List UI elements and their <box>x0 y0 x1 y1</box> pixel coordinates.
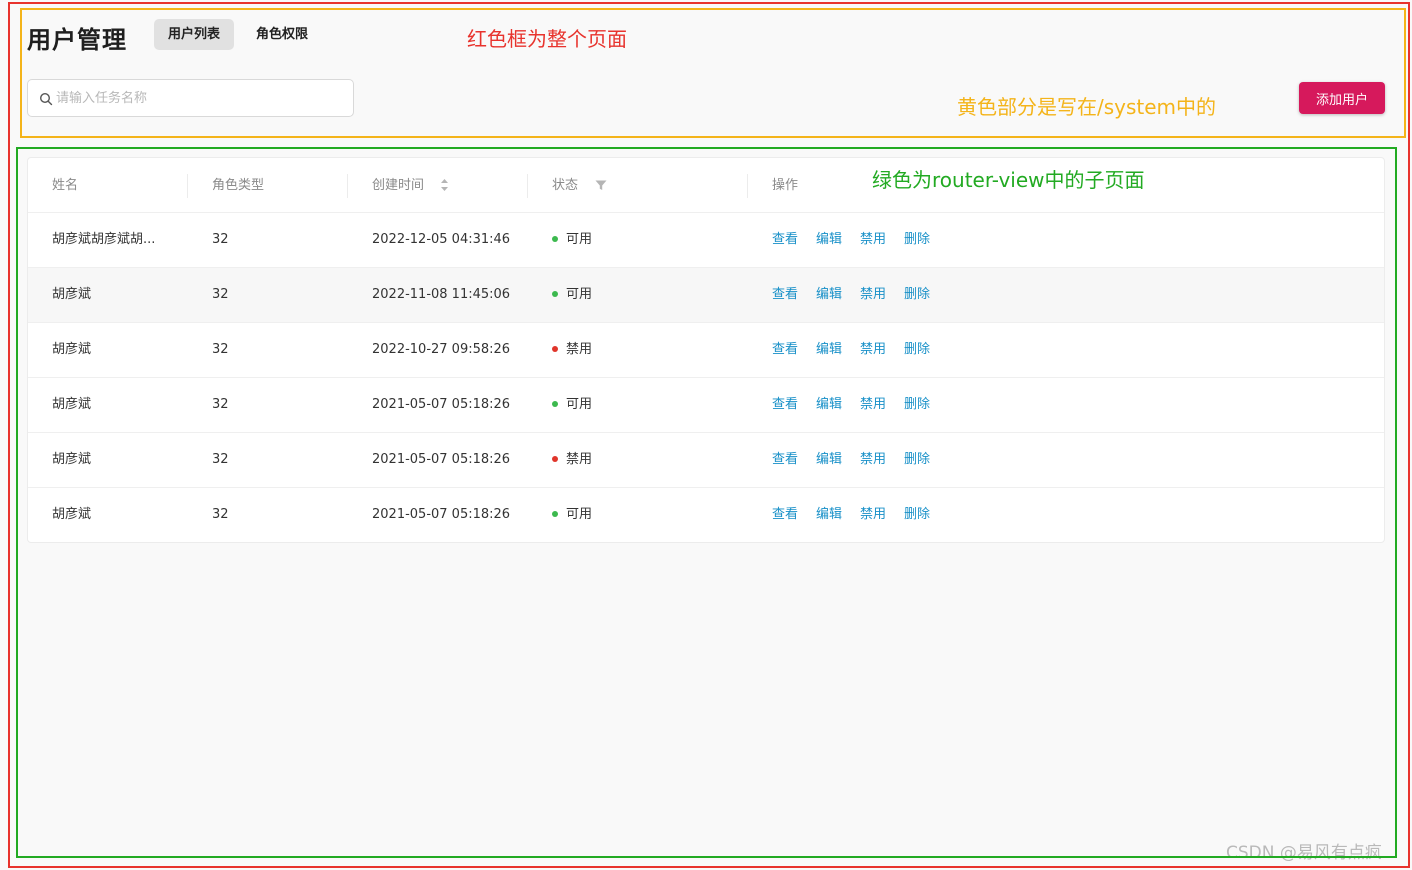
column-header-name: 姓名 <box>52 178 79 193</box>
add-user-button[interactable]: 添加用户 <box>1299 82 1385 114</box>
table-row: 胡彦斌 32 2022-10-27 09:58:26 禁用 查看 编辑 禁用 删… <box>28 323 1384 378</box>
cell-created: 2022-11-08 11:45:06 <box>372 287 511 302</box>
delete-link[interactable]: 删除 <box>904 378 930 432</box>
cell-role: 32 <box>212 287 229 302</box>
disable-link[interactable]: 禁用 <box>860 323 886 377</box>
delete-link[interactable]: 删除 <box>904 323 930 377</box>
delete-link[interactable]: 删除 <box>904 268 930 322</box>
column-header-created[interactable]: 创建时间 <box>372 158 424 213</box>
column-header-status: 状态 <box>552 178 579 193</box>
view-link[interactable]: 查看 <box>772 268 798 322</box>
cell-name: 胡彦斌 <box>52 452 92 467</box>
status-dot <box>552 290 558 297</box>
status-label: 可用 <box>566 232 593 247</box>
table-header: 姓名 角色类型 创建时间 状态 操作 <box>28 158 1384 213</box>
tab-role-permissions[interactable]: 角色权限 <box>244 19 320 50</box>
status-label: 可用 <box>566 397 593 412</box>
cell-role: 32 <box>212 452 229 467</box>
status-label: 禁用 <box>566 342 593 357</box>
cell-role: 32 <box>212 342 229 357</box>
column-header-role: 角色类型 <box>212 178 265 193</box>
cell-name: 胡彦斌 <box>52 397 92 412</box>
column-divider <box>527 174 528 198</box>
table-row: 胡彦斌 32 2022-11-08 11:45:06 可用 查看 编辑 禁用 删… <box>28 268 1384 323</box>
watermark: CSDN @易风有点疯 <box>1226 843 1382 863</box>
delete-link[interactable]: 删除 <box>904 488 930 542</box>
cell-status: 禁用 <box>552 323 592 377</box>
filter-icon[interactable] <box>595 180 607 191</box>
view-link[interactable]: 查看 <box>772 213 798 267</box>
annotation-yellow: 黄色部分是写在/system中的 <box>957 95 1217 119</box>
delete-link[interactable]: 删除 <box>904 213 930 267</box>
edit-link[interactable]: 编辑 <box>816 488 842 542</box>
status-label: 可用 <box>566 507 593 522</box>
cell-status: 可用 <box>552 488 592 542</box>
page-title: 用户管理 <box>27 26 127 54</box>
status-label: 禁用 <box>566 452 593 467</box>
search-input[interactable] <box>56 80 346 116</box>
edit-link[interactable]: 编辑 <box>816 268 842 322</box>
status-label: 可用 <box>566 287 593 302</box>
cell-role: 32 <box>212 507 229 522</box>
disable-link[interactable]: 禁用 <box>860 268 886 322</box>
user-table: 姓名 角色类型 创建时间 状态 操作 胡彦斌胡彦斌胡... 32 2022-12… <box>27 157 1385 543</box>
cell-name: 胡彦斌 <box>52 342 92 357</box>
column-divider <box>187 174 188 198</box>
cell-status: 可用 <box>552 268 592 322</box>
edit-link[interactable]: 编辑 <box>816 433 842 487</box>
search-box[interactable] <box>27 79 354 117</box>
status-dot <box>552 345 558 352</box>
table-row: 胡彦斌 32 2021-05-07 05:18:26 可用 查看 编辑 禁用 删… <box>28 488 1384 543</box>
disable-link[interactable]: 禁用 <box>860 433 886 487</box>
tab-user-list[interactable]: 用户列表 <box>154 19 234 50</box>
edit-link[interactable]: 编辑 <box>816 323 842 377</box>
cell-status: 可用 <box>552 378 592 432</box>
cell-name: 胡彦斌 <box>52 287 92 302</box>
annotation-green: 绿色为router-view中的子页面 <box>872 168 1145 192</box>
cell-status: 禁用 <box>552 433 592 487</box>
cell-status: 可用 <box>552 213 592 267</box>
status-dot <box>552 235 558 242</box>
search-icon <box>39 92 53 106</box>
cell-created: 2022-12-05 04:31:46 <box>372 232 511 247</box>
column-divider <box>747 174 748 198</box>
disable-link[interactable]: 禁用 <box>860 488 886 542</box>
table-row: 胡彦斌胡彦斌胡... 32 2022-12-05 04:31:46 可用 查看 … <box>28 213 1384 268</box>
edit-link[interactable]: 编辑 <box>816 378 842 432</box>
disable-link[interactable]: 禁用 <box>860 213 886 267</box>
cell-created: 2021-05-07 05:18:26 <box>372 452 511 467</box>
cell-name: 胡彦斌 <box>52 507 92 522</box>
cell-role: 32 <box>212 232 229 247</box>
sort-icon[interactable] <box>440 178 449 192</box>
cell-name: 胡彦斌胡彦斌胡... <box>52 232 156 247</box>
delete-link[interactable]: 删除 <box>904 433 930 487</box>
column-header-actions: 操作 <box>772 178 799 193</box>
view-link[interactable]: 查看 <box>772 488 798 542</box>
annotation-red: 红色框为整个页面 <box>467 27 627 51</box>
page: 用户管理 用户列表 角色权限 添加用户 红色框为整个页面 黄色部分是写在/sys… <box>0 0 1412 870</box>
column-divider <box>347 174 348 198</box>
edit-link[interactable]: 编辑 <box>816 213 842 267</box>
cell-role: 32 <box>212 397 229 412</box>
cell-created: 2021-05-07 05:18:26 <box>372 397 511 412</box>
view-link[interactable]: 查看 <box>772 323 798 377</box>
status-dot <box>552 455 558 462</box>
table-row: 胡彦斌 32 2021-05-07 05:18:26 禁用 查看 编辑 禁用 删… <box>28 433 1384 488</box>
disable-link[interactable]: 禁用 <box>860 378 886 432</box>
status-dot <box>552 400 558 407</box>
cell-created: 2021-05-07 05:18:26 <box>372 507 511 522</box>
cell-created: 2022-10-27 09:58:26 <box>372 342 511 357</box>
view-link[interactable]: 查看 <box>772 433 798 487</box>
table-row: 胡彦斌 32 2021-05-07 05:18:26 可用 查看 编辑 禁用 删… <box>28 378 1384 433</box>
status-dot <box>552 510 558 517</box>
view-link[interactable]: 查看 <box>772 378 798 432</box>
